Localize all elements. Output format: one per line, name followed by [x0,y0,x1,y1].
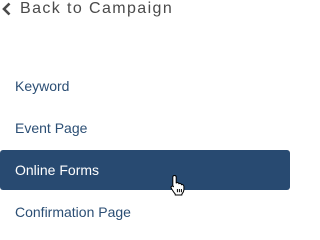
hand-pointer-icon [170,175,185,196]
section-nav: Keyword Event Page Online Forms Confirma… [0,66,290,234]
nav-item-confirmation-page[interactable]: Confirmation Page [0,192,290,232]
nav-item-event-page[interactable]: Event Page [0,108,290,148]
nav-item-label: Event Page [15,120,88,136]
back-to-campaign-link[interactable]: Back to Campaign [0,0,173,20]
nav-item-keyword[interactable]: Keyword [0,66,290,106]
nav-item-label: Keyword [15,78,70,94]
nav-item-label: Online Forms [15,162,100,178]
nav-item-label: Confirmation Page [15,204,131,220]
nav-item-online-forms[interactable]: Online Forms [0,150,290,190]
back-to-campaign-label: Back to Campaign [20,0,174,17]
chevron-left-icon [2,2,11,16]
